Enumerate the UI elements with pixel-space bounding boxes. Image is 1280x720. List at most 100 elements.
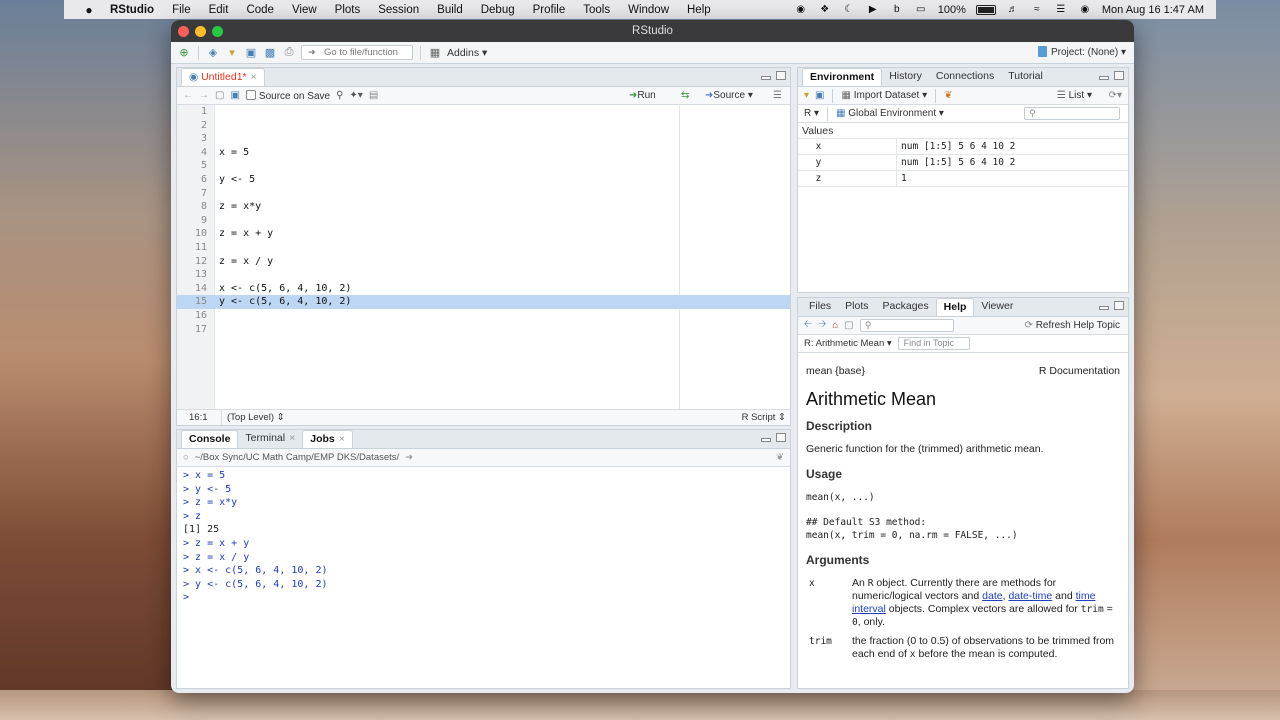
- language-selector[interactable]: R ▾: [804, 108, 819, 119]
- tab-environment[interactable]: Environment: [802, 68, 883, 86]
- menu-view[interactable]: View: [283, 4, 326, 16]
- refresh-environment-icon[interactable]: ⟳▾: [1109, 90, 1122, 101]
- source-button[interactable]: ➜Source ▾: [705, 90, 753, 101]
- maximize-pane-icon[interactable]: [1114, 71, 1124, 80]
- tab-jobs[interactable]: Jobs ×: [302, 430, 353, 448]
- save-all-icon[interactable]: ▩: [263, 46, 277, 60]
- volume-icon[interactable]: ♬: [1006, 4, 1020, 16]
- minimize-pane-icon[interactable]: [1099, 306, 1109, 310]
- new-project-icon[interactable]: ◈: [206, 46, 220, 60]
- minimize-pane-icon[interactable]: [761, 76, 771, 80]
- close-tab-icon[interactable]: ×: [289, 432, 295, 444]
- pane-layout-icon[interactable]: ▦: [428, 46, 442, 60]
- code-line[interactable]: 5: [177, 159, 790, 173]
- forward-arrow-icon[interactable]: →: [199, 90, 209, 101]
- code-editor[interactable]: 1234x = 556y <- 578z = x*y 9 10 z = x + y 11…: [177, 105, 790, 409]
- goto-directory-icon[interactable]: ➜: [405, 452, 413, 463]
- code-line[interactable]: 16: [177, 309, 790, 323]
- code-line[interactable]: 15 y <- c(5, 6, 4, 10, 2): [177, 295, 790, 309]
- tab-console[interactable]: Console: [181, 430, 239, 448]
- find-in-topic-input[interactable]: Find in Topic: [897, 337, 970, 350]
- zoom-window-button[interactable]: [212, 26, 223, 37]
- tab-connections[interactable]: Connections: [929, 68, 1001, 86]
- battery-icon[interactable]: [975, 4, 996, 15]
- control-center-icon[interactable]: ☰: [1054, 4, 1068, 16]
- help-home-icon[interactable]: ⌂: [832, 320, 838, 331]
- display-icon[interactable]: ▭: [914, 4, 928, 16]
- code-tools-wand-icon[interactable]: ✦▾: [349, 90, 362, 101]
- tab-untitled1[interactable]: ◉ Untitled1* ×: [181, 68, 265, 86]
- menu-profile[interactable]: Profile: [524, 4, 575, 16]
- menu-file[interactable]: File: [163, 4, 200, 16]
- save-workspace-icon[interactable]: ▣: [815, 90, 824, 101]
- menubar-clock[interactable]: Mon Aug 16 1:47 AM: [1102, 4, 1204, 16]
- find-icon[interactable]: ⚲: [336, 90, 343, 101]
- environment-row[interactable]: y num [1:5] 5 6 4 10 2: [798, 154, 1128, 171]
- record-icon[interactable]: ◉: [794, 4, 808, 16]
- help-forward-icon[interactable]: 🡢: [818, 317, 826, 334]
- code-line[interactable]: 14 x <- c(5, 6, 4, 10, 2): [177, 282, 790, 296]
- maximize-pane-icon[interactable]: [1114, 301, 1124, 310]
- load-workspace-icon[interactable]: ▾: [804, 90, 809, 101]
- help-back-icon[interactable]: 🡠: [804, 317, 812, 334]
- environment-search-input[interactable]: ⚲: [1024, 107, 1120, 120]
- show-in-new-window-icon[interactable]: ▢: [844, 320, 853, 331]
- code-line[interactable]: 2: [177, 119, 790, 133]
- environment-row[interactable]: z1: [798, 170, 1128, 187]
- help-search-input[interactable]: ⚲: [859, 319, 954, 332]
- minimize-pane-icon[interactable]: [1099, 76, 1109, 80]
- close-window-button[interactable]: [178, 26, 189, 37]
- menu-debug[interactable]: Debug: [472, 4, 524, 16]
- code-line[interactable]: 17: [177, 323, 790, 337]
- menu-edit[interactable]: Edit: [200, 4, 238, 16]
- menu-help[interactable]: Help: [678, 4, 720, 16]
- broom-clear-icon[interactable]: ❦: [944, 90, 952, 101]
- refresh-help-topic-button[interactable]: ⟳ Refresh Help Topic: [1025, 320, 1120, 331]
- code-line[interactable]: 8 z = x*y: [177, 200, 790, 214]
- open-file-icon[interactable]: ▾: [225, 46, 239, 60]
- menu-session[interactable]: Session: [369, 4, 428, 16]
- clear-console-icon[interactable]: ❦: [776, 452, 784, 463]
- outline-icon[interactable]: ☰: [773, 90, 782, 101]
- code-line[interactable]: 10 z = x + y: [177, 227, 790, 241]
- import-dataset-menu[interactable]: ▦ Import Dataset ▾: [841, 90, 927, 101]
- code-line[interactable]: 3: [177, 132, 790, 146]
- code-line[interactable]: 9: [177, 214, 790, 228]
- tab-history[interactable]: History: [882, 68, 929, 86]
- close-tab-icon[interactable]: ×: [339, 433, 345, 445]
- moon-icon[interactable]: ☾: [842, 4, 856, 16]
- source-on-save-checkbox[interactable]: [245, 89, 256, 100]
- menu-window[interactable]: Window: [619, 4, 678, 16]
- close-tab-icon[interactable]: ×: [251, 71, 257, 83]
- addins-menu[interactable]: Addins ▾: [447, 47, 487, 59]
- back-arrow-icon[interactable]: ←: [183, 90, 193, 101]
- code-line[interactable]: 4 x = 5: [177, 146, 790, 160]
- save-file-icon[interactable]: ▣: [230, 90, 239, 101]
- menu-tools[interactable]: Tools: [574, 4, 619, 16]
- menu-app-name[interactable]: RStudio: [104, 4, 163, 16]
- new-file-icon[interactable]: ⊕: [177, 46, 191, 60]
- scope-selector[interactable]: (Top Level) ⇕: [227, 410, 285, 425]
- working-directory[interactable]: ~/Box Sync/UC Math Camp/EMP DKS/Datasets…: [195, 452, 399, 463]
- play-circle-icon[interactable]: ▶: [866, 4, 880, 16]
- environment-row[interactable]: x num [1:5] 5 6 4 10 2: [798, 138, 1128, 155]
- b-icon[interactable]: b: [890, 4, 904, 16]
- code-line[interactable]: 13: [177, 268, 790, 282]
- source-on-save-toggle[interactable]: Source on Save: [245, 89, 330, 102]
- project-menu[interactable]: Project: (None) ▾: [1037, 46, 1126, 58]
- menu-code[interactable]: Code: [237, 4, 283, 16]
- filetype-selector[interactable]: R Script ⇕: [742, 410, 786, 425]
- menu-build[interactable]: Build: [428, 4, 472, 16]
- help-topic-selector[interactable]: R: Arithmetic Mean ▾: [804, 338, 892, 349]
- run-button[interactable]: ➜Run: [629, 90, 656, 101]
- minimize-window-button[interactable]: [195, 26, 206, 37]
- save-icon[interactable]: ▣: [244, 46, 258, 60]
- siri-icon[interactable]: ◉: [1078, 4, 1092, 16]
- date-time-link[interactable]: date-time: [1008, 590, 1052, 602]
- print-icon[interactable]: ⎙: [282, 46, 296, 60]
- tab-help[interactable]: Help: [935, 298, 975, 316]
- code-line[interactable]: 7: [177, 187, 790, 201]
- rerun-icon[interactable]: ⇆: [681, 90, 689, 101]
- tab-terminal[interactable]: Terminal ×: [238, 430, 302, 448]
- goto-file-function-input[interactable]: Go to file/function: [301, 45, 413, 60]
